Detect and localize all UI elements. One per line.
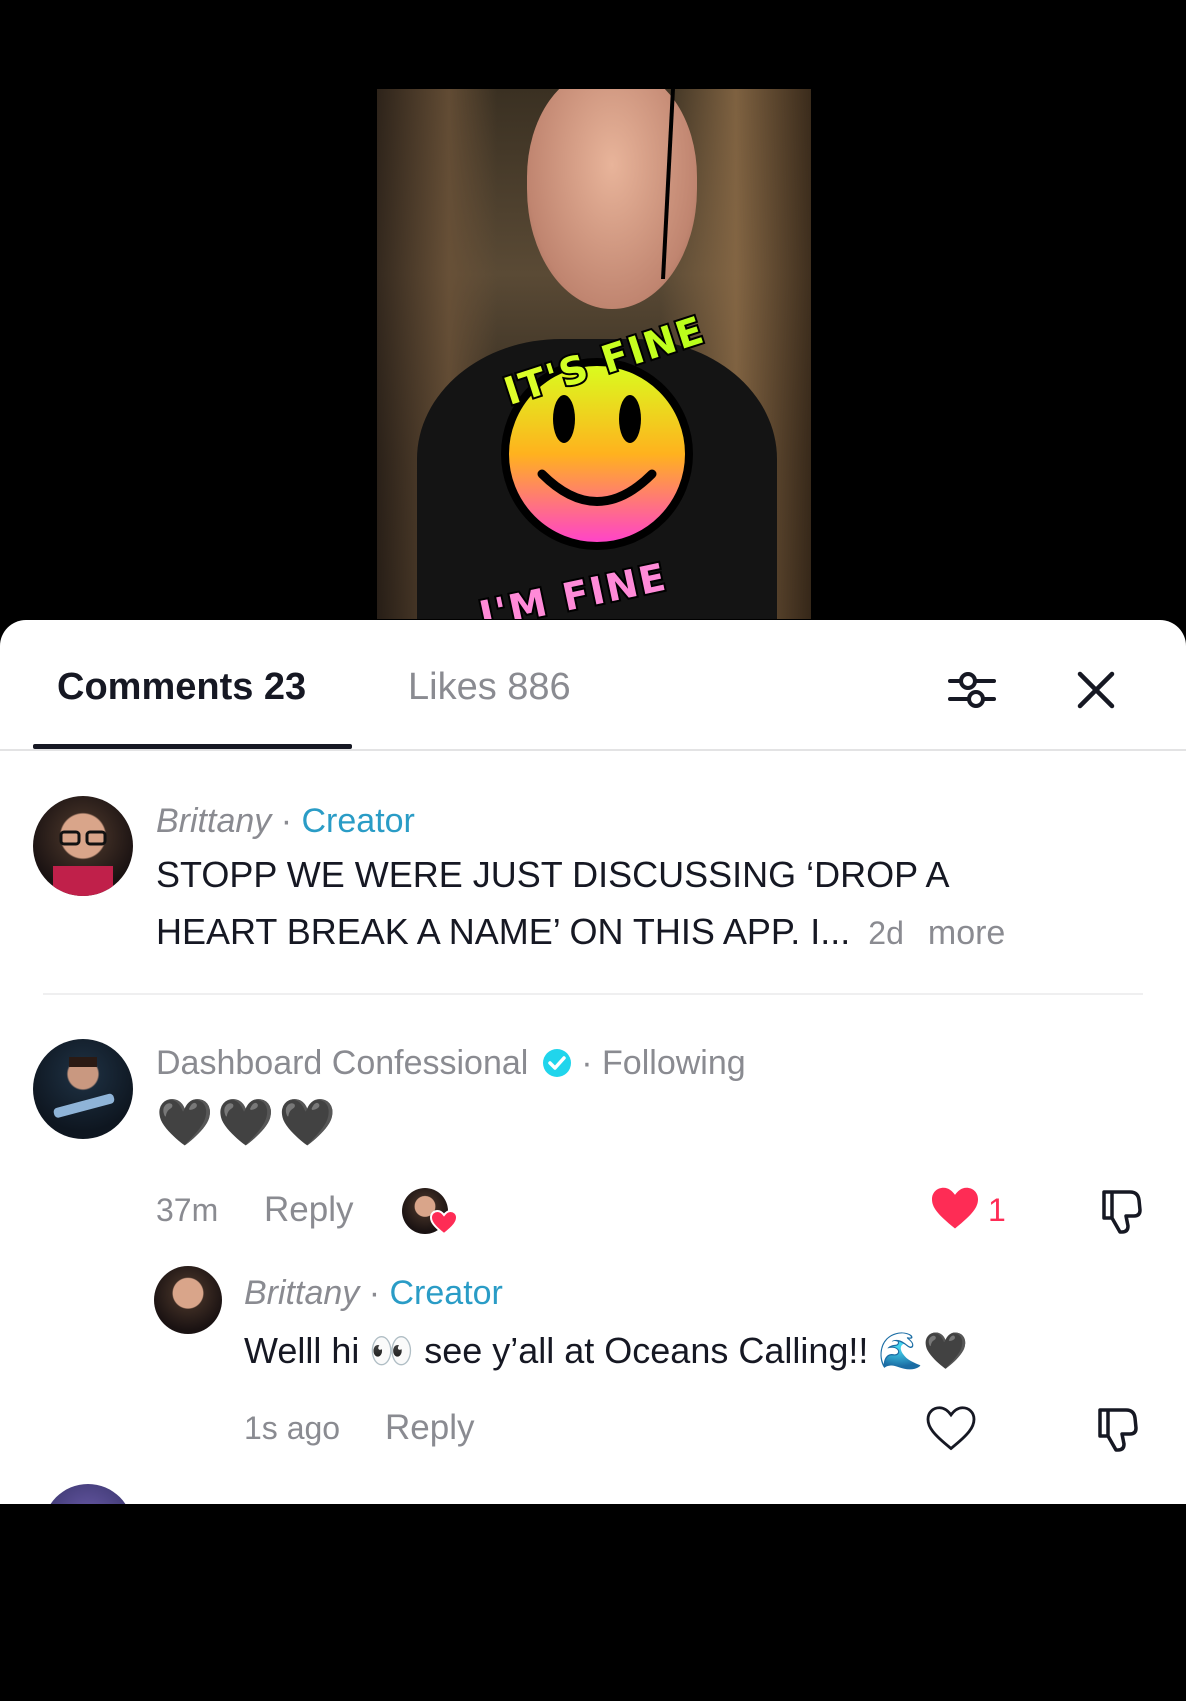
like-count: 1 [988,1192,1006,1228]
comment-text: Welll hi 👀 see y’all at Oceans Calling!!… [244,1330,969,1371]
comment-text-line1: STOPP WE WERE JUST DISCUSSING ‘DROP A [156,854,950,895]
smiley-sticker: IT'S FINE I'M FINE [473,306,712,619]
avatar[interactable] [154,1266,222,1334]
following-badge: Following [602,1044,746,1082]
filter-icon[interactable] [946,664,998,716]
comment-text: STOPP WE WERE JUST DISCUSSING ‘DROP A HE… [156,846,1156,962]
video-preview[interactable]: IT'S FINE I'M FINE [377,89,811,619]
tab-bar: Comments 23 Likes 886 [0,620,1186,751]
glasses-icon [53,830,113,896]
heart-outline-icon[interactable] [926,1406,976,1452]
comment-text-line2: HEART BREAK A NAME’ ON THIS APP. I... 2d… [156,911,1006,952]
comment-author-line: Brittany · Creator [244,1274,503,1313]
comment-text: 🖤🖤🖤 [156,1096,340,1148]
avatar[interactable] [33,796,133,896]
comment-time: 37m [156,1192,219,1228]
dislike-icon[interactable] [1096,1186,1146,1236]
avatar[interactable] [33,1039,133,1139]
comment-author[interactable]: Dashboard Confessional [156,1044,528,1082]
creator-badge: Creator [301,802,415,840]
verified-icon [542,1049,571,1077]
reply-button[interactable]: Reply [264,1190,353,1230]
comment-author-line: Brittany · Creator [156,802,415,841]
comment-time: 1s ago [244,1410,341,1446]
comment-author[interactable]: Brittany [244,1274,359,1312]
guitar-icon [53,1057,115,1118]
tab-comments[interactable]: Comments 23 [57,666,306,709]
tabs-divider [0,749,1186,751]
separator: · [581,1044,593,1082]
comment-author[interactable]: Brittany [156,802,271,840]
separator: · [280,802,293,840]
separator: · [368,1274,381,1312]
heart-filled-icon[interactable] [930,1186,980,1232]
close-icon[interactable] [1070,664,1122,716]
creator-heart-icon [430,1210,458,1236]
reply-button[interactable]: Reply [385,1408,474,1448]
comments-sheet: Comments 23 Likes 886 Brittany · Creator [0,620,1186,1504]
comment-time: 2d [868,915,904,951]
avatar-partial [43,1484,133,1504]
sticker-bottom-text: I'M FINE [475,555,671,619]
comment-divider [43,993,1143,995]
creator-badge: Creator [389,1274,503,1312]
comment-author-line: Dashboard Confessional · Following [156,1044,746,1083]
dislike-icon[interactable] [1092,1404,1142,1454]
tab-likes[interactable]: Likes 886 [408,666,571,709]
more-link[interactable]: more [928,914,1005,952]
